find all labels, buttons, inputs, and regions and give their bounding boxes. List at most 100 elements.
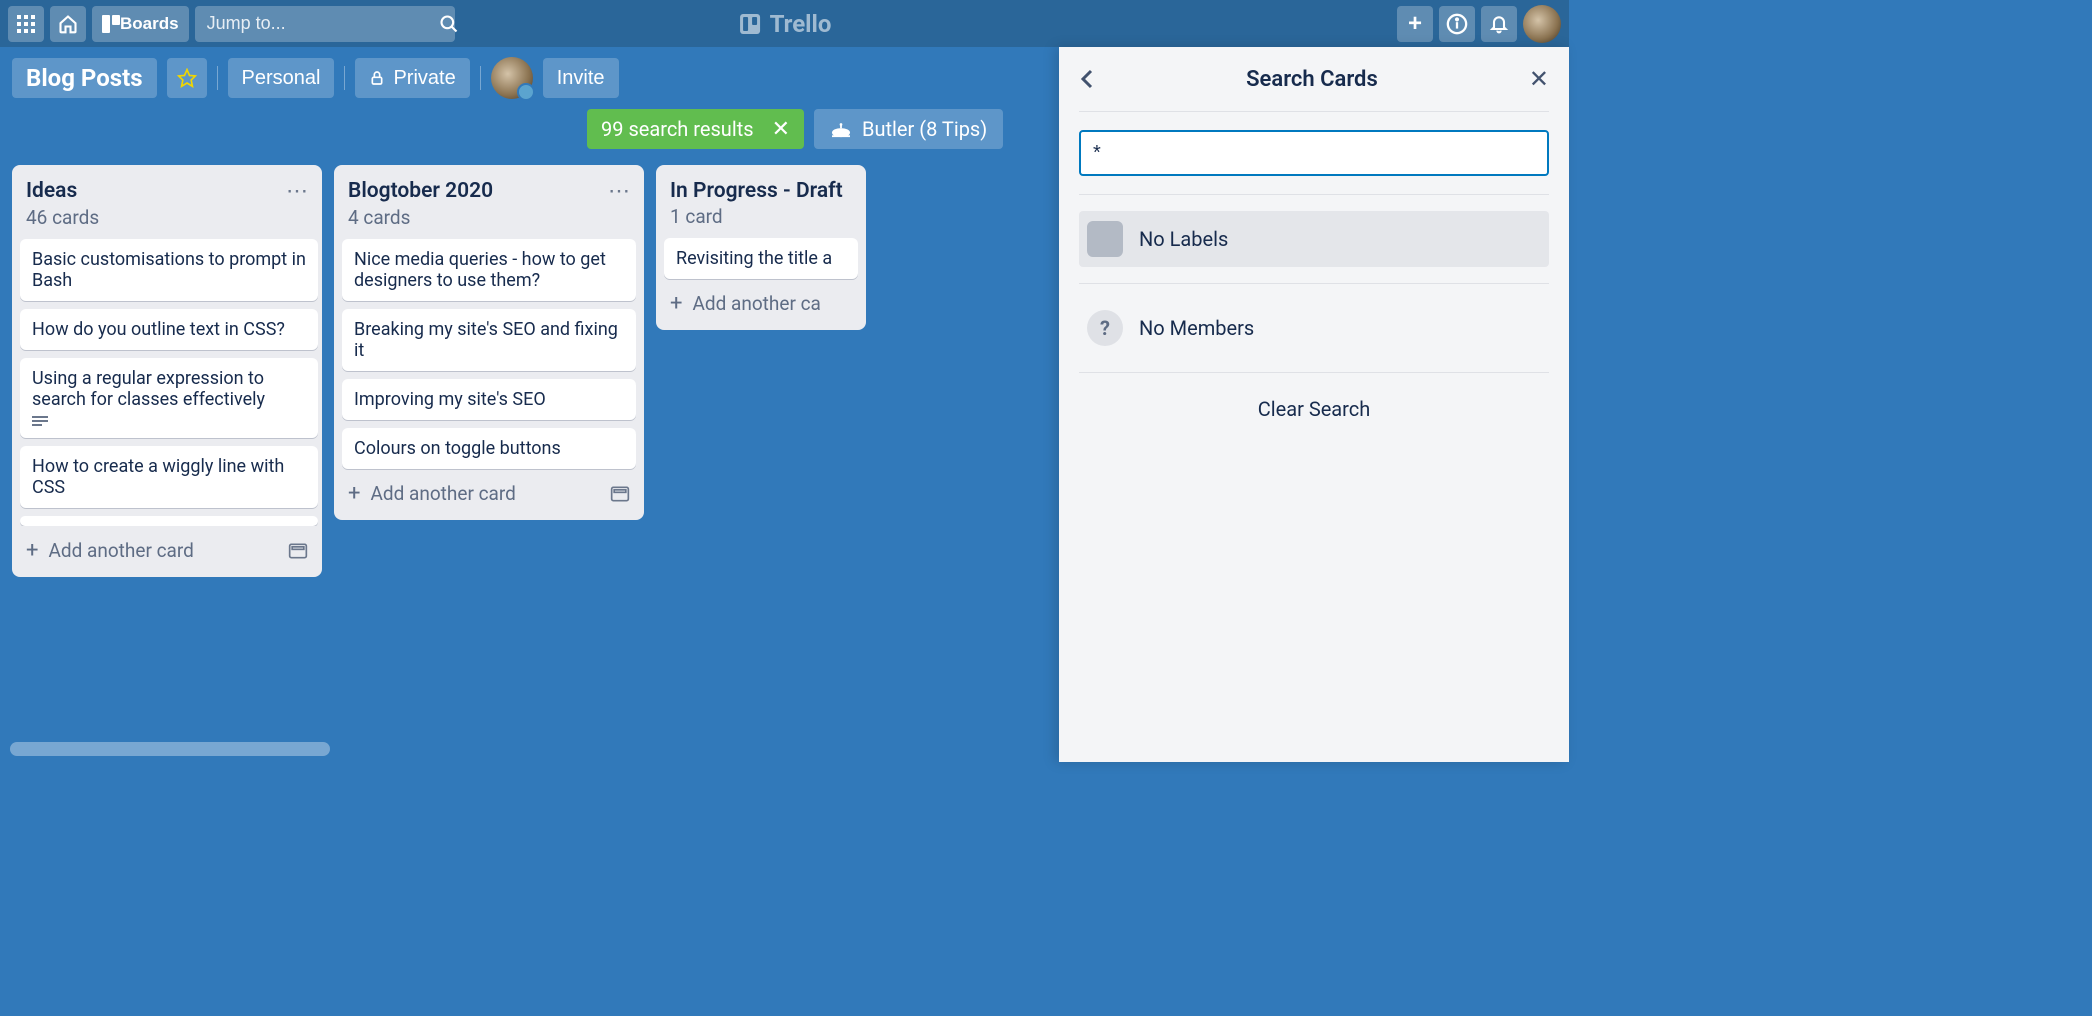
boards-icon: [102, 15, 120, 33]
plus-icon: +: [348, 481, 360, 506]
card[interactable]: Nice media queries - how to get designer…: [342, 239, 636, 301]
invite-button[interactable]: Invite: [543, 58, 619, 98]
panel-search-input[interactable]: [1079, 130, 1549, 176]
lock-icon: [369, 69, 385, 87]
list-blogtober: Blogtober 2020 ⋯ 4 cards Nice media quer…: [334, 165, 644, 520]
notifications-button[interactable]: [1481, 6, 1517, 42]
close-icon[interactable]: ✕: [772, 117, 790, 142]
card-text: Breaking my site's SEO and fixing it: [354, 319, 618, 361]
jump-search[interactable]: [195, 6, 455, 42]
butler-text: Butler (8 Tips): [862, 117, 987, 141]
bell-icon: [1489, 14, 1509, 34]
topbar-right: +: [1397, 5, 1561, 43]
description-icon: [32, 416, 306, 428]
cards-container: Nice media queries - how to get designer…: [334, 239, 644, 469]
label-chip-icon: [1087, 221, 1123, 257]
list-title[interactable]: Ideas: [26, 179, 77, 203]
boards-button[interactable]: Boards: [92, 6, 189, 42]
list-menu-icon[interactable]: ⋯: [286, 179, 308, 204]
list-menu-icon[interactable]: ⋯: [608, 179, 630, 204]
plus-icon: +: [1408, 10, 1422, 38]
list-ideas: Ideas ⋯ 46 cards Basic customisations to…: [12, 165, 322, 577]
trello-logo-icon: [738, 12, 762, 36]
add-card-label: Add another card: [370, 482, 515, 505]
apps-menu-button[interactable]: [8, 6, 44, 42]
info-button[interactable]: [1439, 6, 1475, 42]
list-count: 1 card: [656, 203, 866, 238]
back-button[interactable]: [1079, 67, 1095, 91]
brand: Trello: [738, 10, 832, 38]
card[interactable]: Breaking my site's SEO and fixing it: [342, 309, 636, 371]
members-section: ? No Members: [1079, 284, 1549, 373]
card[interactable]: Using a regular expression to search for…: [20, 358, 318, 438]
card-text: How to create a wiggly line with CSS: [32, 456, 284, 498]
visibility-label: Private: [393, 67, 455, 90]
no-members-text: No Members: [1139, 316, 1254, 340]
jump-search-input[interactable]: [207, 13, 439, 34]
no-members-option[interactable]: ? No Members: [1079, 300, 1549, 356]
card-text: Nice media queries - how to get designer…: [354, 249, 606, 291]
cards-container: Revisiting the title a: [656, 238, 866, 279]
star-icon: [177, 68, 197, 88]
no-labels-option[interactable]: No Labels: [1079, 211, 1549, 267]
card-text: Revisiting the title a: [676, 248, 832, 269]
results-text: 99 search results: [601, 117, 754, 141]
horizontal-scrollbar[interactable]: [10, 742, 330, 756]
plus-icon: +: [670, 291, 682, 316]
no-labels-text: No Labels: [1139, 227, 1228, 251]
add-card-button[interactable]: + Add another card: [26, 538, 194, 563]
template-icon[interactable]: [288, 542, 308, 560]
boards-label: Boards: [120, 14, 179, 34]
panel-search: [1079, 130, 1549, 176]
create-button[interactable]: +: [1397, 6, 1433, 42]
add-card-label: Add another card: [48, 539, 193, 562]
search-icon: [439, 14, 459, 34]
butler-icon: [830, 120, 852, 138]
home-icon: [58, 14, 78, 34]
card[interactable]: Basic customisations to prompt in Bash: [20, 239, 318, 301]
panel-title: Search Cards: [1246, 67, 1378, 92]
card[interactable]: Revisiting the title a: [664, 238, 858, 279]
add-card-button[interactable]: + Add another card: [348, 481, 516, 506]
user-avatar[interactable]: [1523, 5, 1561, 43]
info-icon: [1446, 13, 1468, 35]
card[interactable]: How to create a wiggly line with CSS: [20, 446, 318, 508]
add-card-label: Add another ca: [692, 292, 820, 315]
member-chip-icon: ?: [1087, 310, 1123, 346]
clear-search-button[interactable]: Clear Search: [1079, 373, 1549, 445]
topbar: Boards Trello +: [0, 0, 1569, 47]
add-card-button[interactable]: + Add another ca: [670, 291, 821, 316]
butler-button[interactable]: Butler (8 Tips): [814, 109, 1003, 149]
card[interactable]: [20, 516, 318, 526]
card-text: Improving my site's SEO: [354, 389, 546, 410]
template-icon[interactable]: [610, 485, 630, 503]
divider: [344, 66, 345, 90]
star-button[interactable]: [167, 58, 207, 98]
card-text: Using a regular expression to search for…: [32, 368, 265, 410]
list-title[interactable]: In Progress - Draft: [670, 179, 843, 203]
list-count: 46 cards: [12, 204, 322, 239]
card-text: How do you outline text in CSS?: [32, 319, 285, 340]
plus-icon: +: [26, 538, 38, 563]
card-text: Colours on toggle buttons: [354, 438, 561, 459]
home-button[interactable]: [50, 6, 86, 42]
search-results-pill: 99 search results ✕: [587, 109, 804, 149]
card[interactable]: How do you outline text in CSS?: [20, 309, 318, 350]
divider: [217, 66, 218, 90]
close-button[interactable]: ✕: [1529, 65, 1549, 93]
cards-container: Basic customisations to prompt in Bash H…: [12, 239, 322, 526]
workspace-button[interactable]: Personal: [228, 58, 335, 98]
list-in-progress: In Progress - Draft 1 card Revisiting th…: [656, 165, 866, 330]
list-title[interactable]: Blogtober 2020: [348, 179, 493, 203]
apps-grid-icon: [17, 15, 35, 33]
member-avatar[interactable]: [491, 57, 533, 99]
card[interactable]: Colours on toggle buttons: [342, 428, 636, 469]
visibility-button[interactable]: Private: [355, 58, 469, 98]
labels-section: No Labels: [1079, 195, 1549, 284]
board-title[interactable]: Blog Posts: [12, 58, 157, 98]
list-count: 4 cards: [334, 204, 644, 239]
card[interactable]: Improving my site's SEO: [342, 379, 636, 420]
card-text: Basic customisations to prompt in Bash: [32, 249, 306, 291]
divider: [480, 66, 481, 90]
search-cards-panel: Search Cards ✕ No Labels ? No Members Cl…: [1059, 47, 1569, 762]
